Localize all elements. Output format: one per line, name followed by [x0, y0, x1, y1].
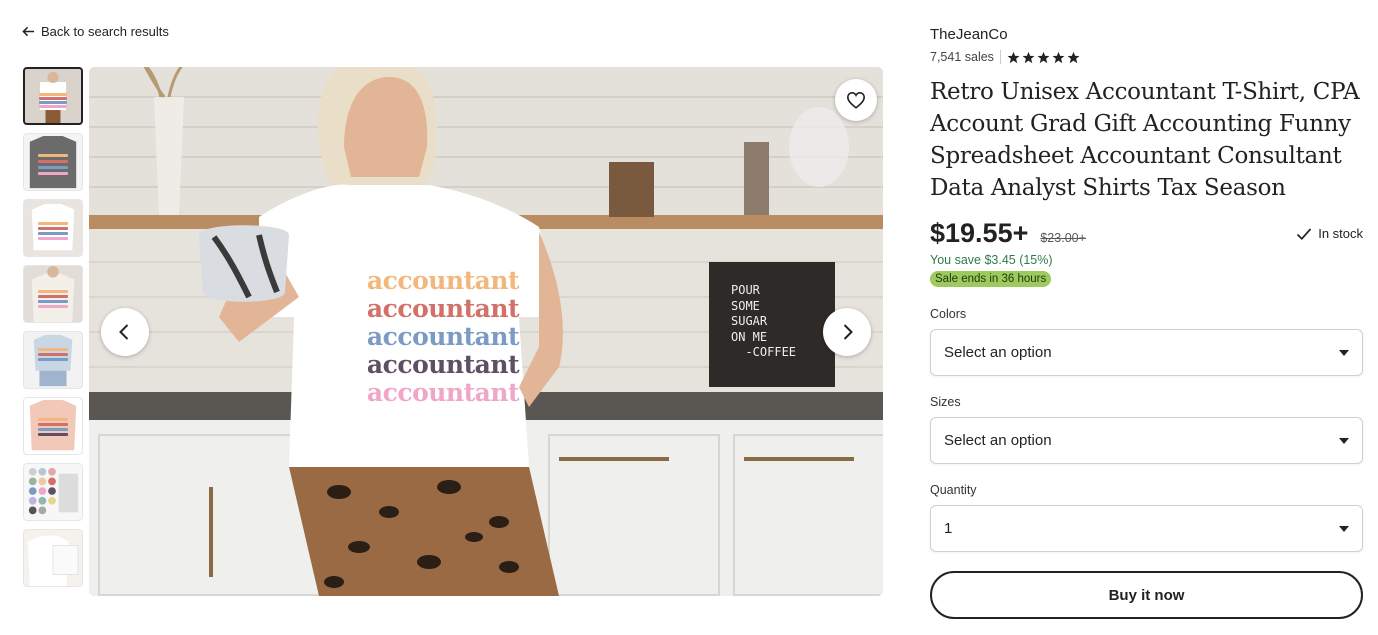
quantity-select[interactable]: 1 — [930, 505, 1363, 552]
caret-down-icon — [1339, 437, 1349, 444]
sale-badge: Sale ends in 36 hours — [930, 271, 1052, 287]
shirt-word: accountant — [366, 322, 520, 351]
shirt-word: accountant — [366, 294, 520, 323]
colors-label: Colors — [930, 307, 967, 321]
buy-it-now-button[interactable]: Buy it now — [930, 571, 1363, 619]
thumbnail-2[interactable] — [23, 133, 83, 191]
favorite-button[interactable] — [835, 79, 877, 121]
back-to-search-link[interactable]: Back to search results — [22, 24, 169, 39]
thumbnail-3[interactable] — [23, 199, 83, 257]
sizes-select-value: Select an option — [944, 432, 1052, 449]
thumbnail-strip — [22, 67, 84, 597]
star-icon — [1052, 51, 1065, 63]
next-image-button[interactable] — [823, 308, 871, 356]
shirt-word: accountant — [366, 266, 520, 295]
quantity-select-value: 1 — [944, 520, 953, 537]
sale-price: $19.55+ — [930, 218, 1029, 248]
thumbnail-4[interactable] — [23, 265, 83, 323]
rating-stars[interactable] — [1007, 51, 1080, 64]
stock-status: In stock — [1296, 226, 1363, 241]
star-icon — [1007, 51, 1020, 63]
checkmark-icon — [1297, 227, 1312, 240]
price-row: $19.55+ $23.00+ In stock — [930, 218, 1363, 249]
sign-line: SUGAR — [731, 314, 768, 328]
shop-name-link[interactable]: TheJeanCo — [930, 26, 1363, 43]
sizes-select[interactable]: Select an option — [930, 417, 1363, 464]
coffee-sign: POUR SOME SUGAR ON ME -COFFEE — [731, 283, 796, 361]
thumbnail-1[interactable] — [23, 67, 83, 125]
heart-icon — [846, 91, 866, 109]
arrow-left-icon — [22, 26, 35, 37]
savings-text: You save $3.45 (15%) — [930, 253, 1053, 267]
shirt-word: accountant — [366, 350, 520, 379]
colors-select[interactable]: Select an option — [930, 329, 1363, 376]
star-icon — [1067, 51, 1080, 63]
original-price: $23.00+ — [1040, 231, 1086, 245]
star-icon — [1022, 51, 1035, 63]
sales-count: 7,541 sales — [930, 50, 994, 64]
previous-image-button[interactable] — [101, 308, 149, 356]
sizes-label: Sizes — [930, 395, 961, 409]
sign-line: ON ME — [731, 329, 768, 344]
back-link-label: Back to search results — [41, 24, 169, 39]
shop-stats: 7,541 sales — [930, 50, 1363, 64]
divider — [999, 50, 1001, 64]
caret-down-icon — [1339, 349, 1349, 356]
sign-line: SOME — [731, 298, 760, 313]
chevron-right-icon — [843, 324, 853, 340]
thumbnail-5[interactable] — [23, 331, 83, 389]
product-info-panel: TheJeanCo 7,541 sales Retro Unisex Accou… — [930, 26, 1363, 619]
thumbnail-8[interactable] — [23, 529, 83, 587]
caret-down-icon — [1339, 525, 1349, 532]
stock-label: In stock — [1318, 226, 1363, 241]
sign-line: -COFFEE — [731, 345, 797, 359]
colors-select-value: Select an option — [944, 344, 1052, 361]
main-product-image: accountant accountant accountant account… — [89, 67, 883, 596]
chevron-left-icon — [119, 324, 129, 340]
sign-line: POUR — [731, 283, 760, 297]
product-title: Retro Unisex Accountant T-Shirt, CPA Acc… — [930, 79, 1360, 201]
thumbnail-7[interactable] — [23, 463, 83, 521]
quantity-label: Quantity — [930, 483, 977, 497]
shirt-word: accountant — [366, 378, 520, 407]
star-icon — [1037, 51, 1050, 63]
thumbnail-6[interactable] — [23, 397, 83, 455]
